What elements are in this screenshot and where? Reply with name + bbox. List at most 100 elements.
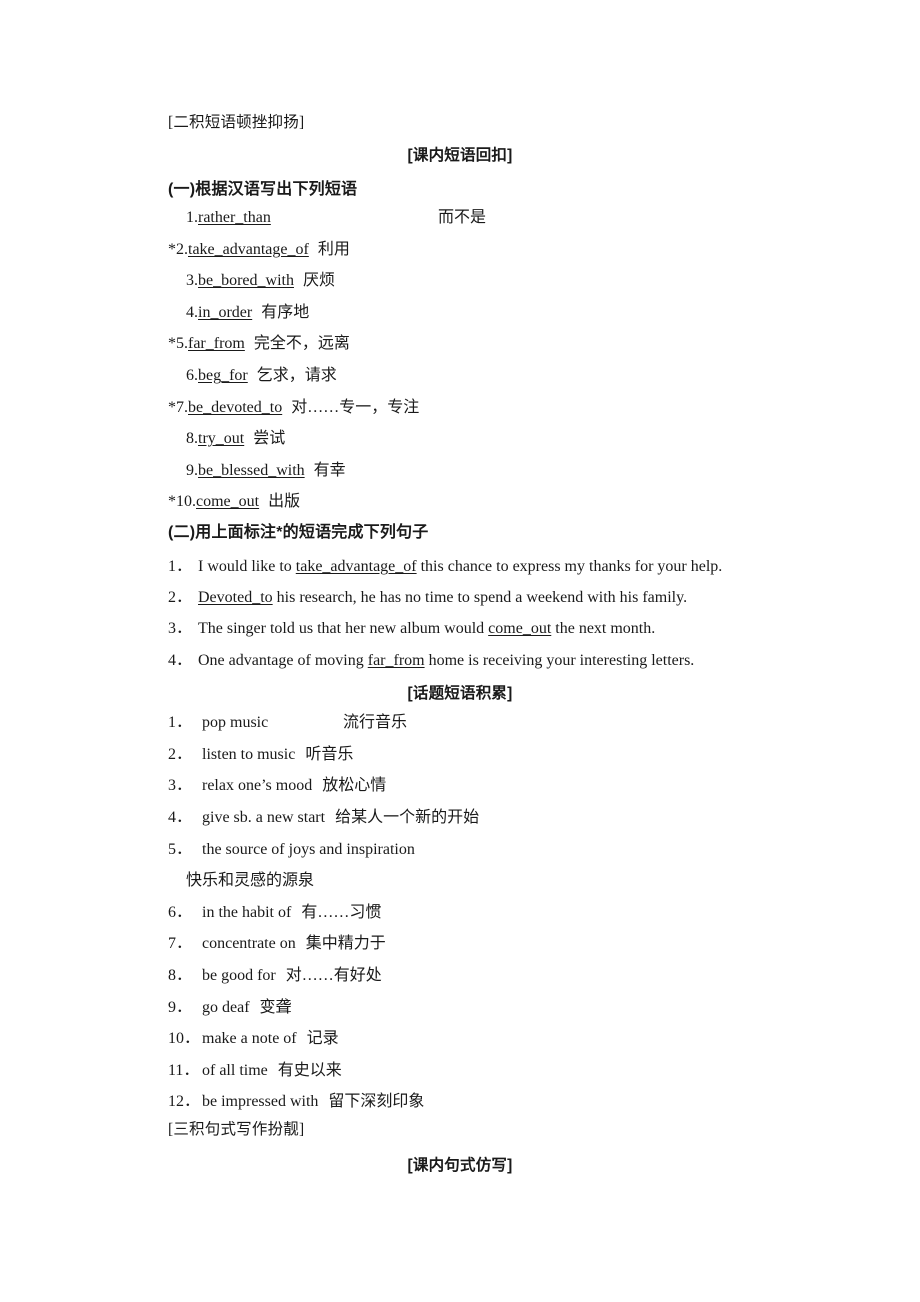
phrase-number: 4. — [186, 304, 198, 321]
phrase-number: 7. — [176, 399, 188, 416]
phrase-translation: 利用 — [317, 241, 350, 258]
topic-row: 12． be impressed with 留下深刻印象 — [168, 1092, 424, 1112]
topic-translation: 放松心情 — [322, 777, 387, 794]
phrase-row: 1.rather_than 而不是 — [186, 208, 486, 228]
phrase-number: 5. — [176, 335, 188, 352]
topic-phrase: pop music — [202, 714, 269, 731]
sentence-answer-blank: Devoted_to — [198, 589, 273, 606]
sentence-row: 1． I would like to take_advantage_of this… — [168, 557, 722, 577]
sentence-row: 3． The singer told us that her new album … — [168, 619, 655, 639]
part-two-heading: (二)用上面标注*的短语完成下列句子 — [168, 524, 429, 541]
sentence-row: 2． Devoted_to his research, he has no tim… — [168, 588, 687, 608]
sentence-text-before: The singer told us that her new album wo… — [198, 620, 489, 637]
topic-phrase: be impressed with — [202, 1093, 319, 1110]
phrase-translation: 有幸 — [313, 462, 346, 479]
section-a-sub-heading: [课内短语回扣] — [407, 147, 513, 164]
phrase-number: 8. — [186, 430, 198, 447]
topic-translation: 留下深刻印象 — [328, 1093, 425, 1110]
phrase-answer-blank: rather_than — [198, 209, 271, 226]
topic-phrase: in the habit of — [202, 904, 292, 921]
phrase-star-marker: * — [168, 335, 176, 352]
topic-translation: 听音乐 — [305, 746, 354, 763]
phrase-answer-blank: be_blessed_with — [198, 462, 305, 479]
topic-number: 5． — [168, 841, 193, 858]
sentence-answer-blank: come_out — [488, 620, 552, 637]
phrase-row: *2.take_advantage_of 利用 — [168, 240, 350, 260]
section-a-heading: [二积短语顿挫抑扬] — [168, 114, 305, 131]
topic-number: 1． — [168, 714, 193, 731]
phrase-answer-blank: be_devoted_to — [188, 399, 283, 416]
sentence-text-after: this chance to express my thanks for you… — [416, 558, 723, 575]
phrase-number: 3. — [186, 272, 198, 289]
topic-phrase: give sb. a new start — [202, 809, 326, 826]
topic-translation: 有……习惯 — [301, 904, 382, 921]
topic-phrase: concentrate on — [202, 935, 296, 952]
topic-phrase: listen to music — [202, 746, 296, 763]
topic-number: 4． — [168, 809, 193, 826]
phrase-star-marker: * — [168, 399, 176, 416]
topic-phrase: make a note of — [202, 1030, 297, 1047]
document-page: [二积短语顿挫抑扬] [课内短语回扣] (一)根据汉语写出下列短语 1.rath… — [0, 0, 920, 1302]
topic-row: 7． concentrate on 集中精力于 — [168, 934, 386, 954]
topic-row: 11． of all time 有史以来 — [168, 1061, 342, 1081]
topic-number: 11． — [168, 1062, 200, 1079]
phrase-row: 9.be_blessed_with 有幸 — [186, 461, 346, 481]
topic-translation: 对……有好处 — [285, 967, 382, 984]
topic-translation-continued: 快乐和灵感的源泉 — [186, 872, 315, 889]
sentence-row: 4． One advantage of moving far_from home … — [168, 651, 694, 671]
topic-row: 6． in the habit of 有……习惯 — [168, 903, 381, 923]
phrase-translation: 尝试 — [253, 430, 286, 447]
topic-translation: 变聋 — [259, 999, 292, 1016]
topic-number: 3． — [168, 777, 193, 794]
topic-translation: 流行音乐 — [343, 714, 408, 731]
topic-translation: 记录 — [306, 1030, 339, 1047]
sentence-text-before: One advantage of moving — [198, 652, 368, 669]
phrase-row: 4.in_order 有序地 — [186, 303, 309, 323]
topic-translation: 集中精力于 — [305, 935, 386, 952]
sentence-number: 2． — [168, 589, 193, 606]
topic-translation: 给某人一个新的开始 — [335, 809, 480, 826]
phrase-star-marker: * — [168, 241, 176, 258]
sentence-answer-blank: take_advantage_of — [295, 558, 417, 575]
topic-number: 2． — [168, 746, 193, 763]
phrase-translation: 而不是 — [438, 209, 487, 226]
phrase-number: 9. — [186, 462, 198, 479]
phrase-row: *5.far_from 完全不，远离 — [168, 334, 350, 354]
topic-row: 2． listen to music 听音乐 — [168, 745, 353, 765]
phrase-row: *10.come_out 出版 — [168, 492, 300, 512]
phrase-star-marker: * — [168, 493, 176, 510]
topic-number: 8． — [168, 967, 193, 984]
topic-number: 12． — [168, 1093, 201, 1110]
phrase-answer-blank: in_order — [198, 304, 253, 321]
topic-number: 6． — [168, 904, 193, 921]
phrase-answer-blank: try_out — [198, 430, 245, 447]
sentence-text-before: I would like to — [198, 558, 296, 575]
topic-row: 10． make a note of 记录 — [168, 1029, 339, 1049]
topic-phrase: be good for — [202, 967, 276, 984]
phrase-answer-blank: beg_for — [198, 367, 248, 384]
topic-phrase: go deaf — [202, 999, 250, 1016]
topic-row: 9． go deaf 变聋 — [168, 998, 292, 1018]
sentence-answer-blank: far_from — [367, 652, 425, 669]
sentence-text-after: home is receiving your interesting lette… — [424, 652, 695, 669]
topic-translation: 有史以来 — [277, 1062, 342, 1079]
topic-heading: [话题短语积累] — [407, 685, 513, 702]
topic-row: 8． be good for 对……有好处 — [168, 966, 382, 986]
topic-row: 3． relax one’s mood 放松心情 — [168, 776, 386, 796]
sentence-text-after: his research, he has no time to spend a … — [272, 589, 688, 606]
topic-number: 9． — [168, 999, 193, 1016]
phrase-translation: 厌烦 — [302, 272, 335, 289]
sentence-number: 1． — [168, 558, 193, 575]
phrase-answer-blank: take_advantage_of — [188, 241, 309, 258]
phrase-number: 1. — [186, 209, 198, 226]
phrase-row: 8.try_out 尝试 — [186, 429, 285, 449]
phrase-translation: 对……专一，专注 — [291, 399, 420, 416]
phrase-number: 6. — [186, 367, 198, 384]
phrase-number: 2. — [176, 241, 188, 258]
topic-row: 5． the source of joys and inspiration — [168, 840, 415, 860]
sentence-number: 4． — [168, 652, 193, 669]
phrase-answer-blank: far_from — [188, 335, 245, 352]
topic-phrase: the source of joys and inspiration — [202, 841, 415, 858]
phrase-row: 6.beg_for 乞求，请求 — [186, 366, 337, 386]
phrase-number: 10. — [176, 493, 196, 510]
